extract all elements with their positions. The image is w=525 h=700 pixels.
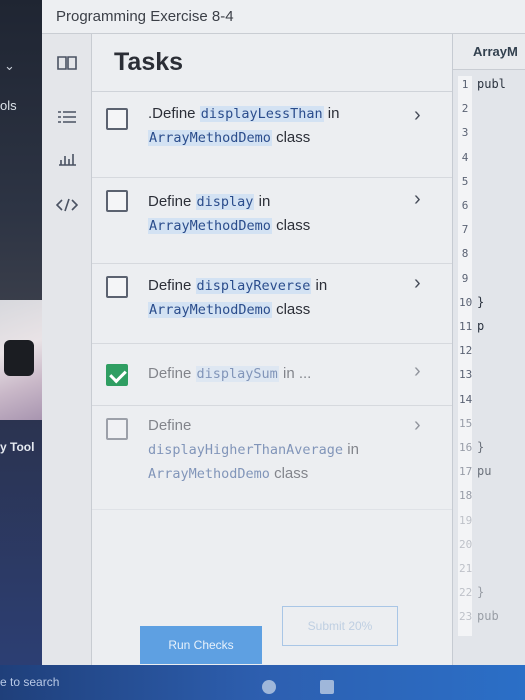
task-label-text: in bbox=[323, 105, 340, 122]
line-number: 14 bbox=[459, 392, 473, 406]
task-method-code: displayReverse bbox=[195, 278, 312, 294]
editor-tab[interactable]: ArrayM bbox=[453, 34, 525, 70]
line-number: 8 bbox=[461, 247, 469, 261]
task-method-code: display bbox=[195, 194, 255, 210]
line-number: 7 bbox=[461, 223, 469, 237]
task-label: Define displayReverse in ArrayMethodDemo… bbox=[148, 274, 388, 322]
task-checkbox-checked[interactable] bbox=[106, 364, 128, 386]
task-label-text: class bbox=[271, 129, 311, 146]
task-item[interactable]: Define displaySum in ... › bbox=[92, 344, 452, 406]
window-title: Programming Exercise 8-4 bbox=[56, 8, 234, 25]
desktop-label: ols bbox=[0, 98, 17, 113]
chevron-right-icon[interactable]: › bbox=[414, 272, 421, 295]
line-number: 4 bbox=[461, 150, 469, 164]
task-item[interactable]: Define displayReverse in ArrayMethodDemo… bbox=[92, 264, 452, 344]
desktop-wallpaper-object bbox=[4, 340, 34, 376]
list-icon[interactable] bbox=[56, 106, 78, 128]
code-line[interactable]: p bbox=[477, 319, 484, 333]
book-icon[interactable] bbox=[56, 52, 78, 74]
panel-title: Tasks bbox=[114, 48, 184, 76]
desktop-label: y Tool bbox=[0, 440, 35, 454]
taskbar-app-icon[interactable] bbox=[320, 680, 334, 694]
line-number: 18 bbox=[459, 489, 473, 503]
line-number: 23 bbox=[459, 610, 473, 624]
task-label-text: Define bbox=[148, 365, 196, 382]
editor-tab-label: ArrayM bbox=[473, 44, 518, 59]
task-class-code: ArrayMethodDemo bbox=[148, 466, 270, 482]
line-number: 2 bbox=[461, 102, 469, 116]
line-number: 15 bbox=[459, 416, 473, 430]
task-label: Define display in ArrayMethodDemo class bbox=[148, 190, 388, 238]
taskbar-search-input[interactable]: e to search bbox=[0, 675, 59, 689]
code-line[interactable]: } bbox=[477, 440, 484, 454]
task-label-text: class bbox=[269, 465, 309, 482]
task-class-code: ArrayMethodDemo bbox=[148, 302, 272, 318]
icon-rail bbox=[42, 34, 92, 665]
task-checkbox[interactable] bbox=[106, 418, 128, 440]
line-number: 20 bbox=[459, 537, 473, 551]
code-line[interactable]: } bbox=[477, 295, 484, 309]
task-label-text: Define bbox=[148, 193, 196, 210]
task-item[interactable]: Define displayHigherThanAverage in Array… bbox=[92, 406, 452, 510]
task-item[interactable]: .Define displayLessThan in ArrayMethodDe… bbox=[92, 92, 452, 178]
line-number: 16 bbox=[459, 441, 473, 454]
task-label: Define displayHigherThanAverage in Array… bbox=[148, 414, 388, 486]
task-label-text: class bbox=[271, 217, 311, 234]
task-method-code: displaySum bbox=[195, 366, 279, 382]
line-number: 9 bbox=[461, 271, 469, 285]
task-label-text: in bbox=[311, 277, 328, 294]
chart-icon[interactable] bbox=[56, 148, 78, 170]
line-number: 3 bbox=[461, 126, 469, 140]
line-number: 5 bbox=[461, 174, 469, 188]
task-label-text: in ... bbox=[278, 365, 312, 382]
task-method-code: displayLessThan bbox=[199, 106, 324, 122]
task-method-code: displayHigherThanAverage bbox=[148, 442, 344, 458]
task-checkbox[interactable] bbox=[106, 108, 128, 130]
window-title-bar: Programming Exercise 8-4 bbox=[42, 0, 525, 34]
task-checkbox[interactable] bbox=[106, 276, 128, 298]
line-number: 17 bbox=[459, 465, 473, 479]
code-editor[interactable]: ArrayM 1 2 3 4 5 6 7 8 9 10 11 12 13 14 15 16 17 18 19 20 21… bbox=[452, 34, 525, 665]
task-class-code: ArrayMethodDemo bbox=[148, 218, 272, 234]
task-checkbox[interactable] bbox=[106, 190, 128, 212]
code-line[interactable]: publ bbox=[477, 77, 506, 91]
task-label-text: Define bbox=[148, 417, 192, 434]
task-label-text: in bbox=[254, 193, 271, 210]
line-number: 13 bbox=[459, 368, 473, 382]
task-label-text: Define bbox=[148, 277, 196, 294]
line-number: 21 bbox=[459, 562, 473, 575]
task-class-code: ArrayMethodDemo bbox=[148, 130, 272, 146]
line-number: 10 bbox=[459, 295, 473, 309]
task-label: Define displaySum in ... bbox=[148, 362, 388, 386]
task-item[interactable]: Define display in ArrayMethodDemo class … bbox=[92, 178, 452, 264]
code-line[interactable]: } bbox=[477, 585, 484, 599]
task-panel: Tasks .Define displayLessThan in ArrayMe… bbox=[92, 34, 452, 665]
chevron-right-icon[interactable]: › bbox=[414, 414, 421, 437]
code-line[interactable]: pu bbox=[477, 464, 491, 478]
task-label-text: in bbox=[343, 441, 359, 458]
code-icon[interactable] bbox=[56, 194, 78, 216]
line-number: 11 bbox=[459, 320, 473, 333]
line-number: 1 bbox=[461, 78, 469, 91]
submit-button[interactable]: Submit 20% bbox=[282, 606, 398, 646]
line-number: 12 bbox=[459, 344, 473, 358]
task-label-text: class bbox=[271, 301, 311, 318]
chevron-right-icon[interactable]: › bbox=[414, 188, 421, 211]
task-label: .Define displayLessThan in ArrayMethodDe… bbox=[148, 102, 388, 150]
panel-header: Tasks bbox=[92, 34, 452, 92]
line-number: 22 bbox=[459, 586, 473, 600]
task-label-text: .Define bbox=[148, 105, 200, 122]
run-checks-button[interactable]: Run Checks bbox=[140, 626, 262, 664]
chevron-right-icon[interactable]: › bbox=[414, 104, 421, 127]
line-number: 19 bbox=[459, 513, 473, 527]
code-line[interactable]: pub bbox=[477, 609, 499, 623]
chevron-down-icon[interactable]: ⌄ bbox=[4, 58, 15, 74]
taskbar-app-icon[interactable] bbox=[262, 680, 276, 694]
chevron-right-icon[interactable]: › bbox=[414, 360, 421, 383]
line-number: 6 bbox=[461, 199, 469, 212]
